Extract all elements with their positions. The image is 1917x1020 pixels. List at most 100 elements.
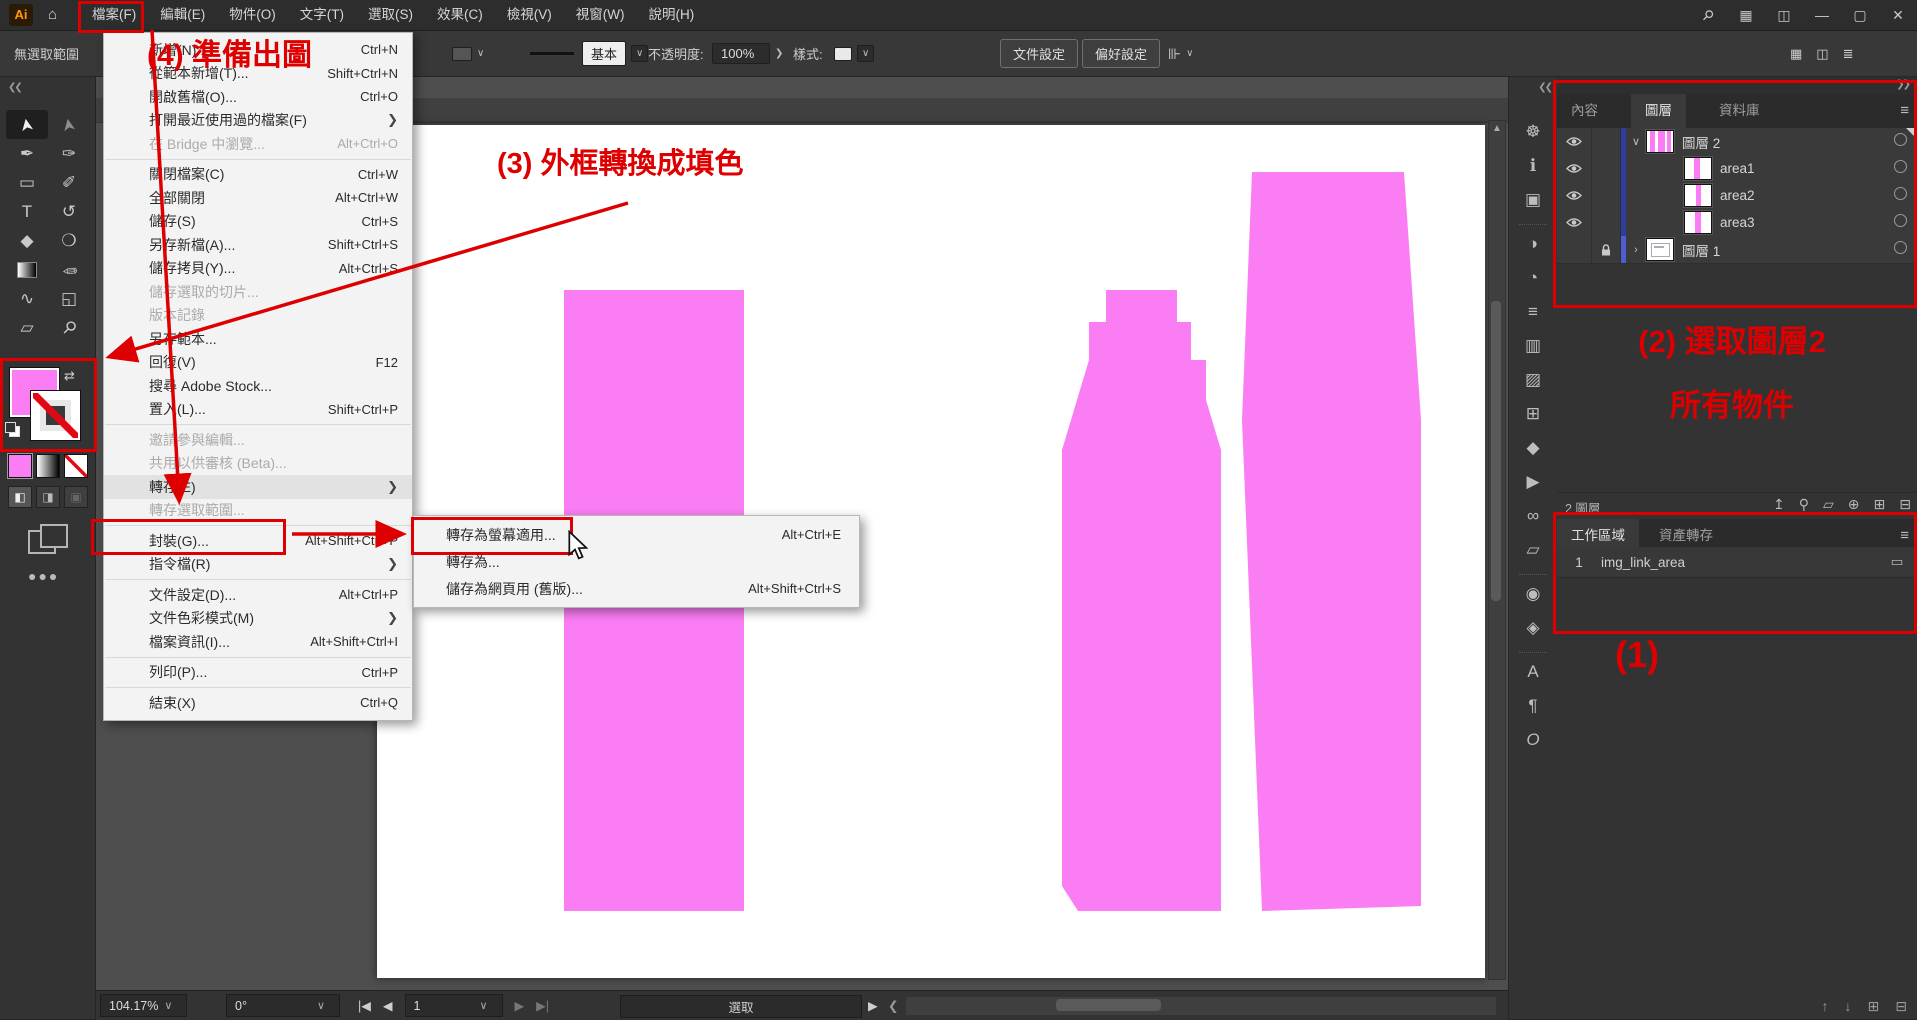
artboard-row-name[interactable]: img_link_area xyxy=(1601,555,1877,570)
maximize-button[interactable]: ▢ xyxy=(1849,7,1871,24)
stroke-icon[interactable]: ≡ xyxy=(1509,302,1557,322)
new-artboard-icon[interactable]: ⊞ xyxy=(1868,998,1880,1015)
export-submenu-item[interactable]: 儲存為網頁用 (舊版)...Alt+Shift+Ctrl+S xyxy=(414,575,859,602)
layer-row[interactable]: area2 xyxy=(1557,182,1917,210)
target-circle-icon[interactable] xyxy=(1883,160,1917,178)
symbols-icon[interactable]: ◆ xyxy=(1509,438,1557,458)
chevron-down-icon[interactable]: ∨ xyxy=(317,999,325,1012)
width-tool[interactable]: ∿ xyxy=(6,284,48,313)
chevron-down-icon[interactable]: ∨ xyxy=(479,999,487,1012)
menubar-item[interactable]: 檢視(V) xyxy=(495,0,564,30)
lock-icon[interactable] xyxy=(1592,182,1621,209)
lock-icon[interactable] xyxy=(1592,155,1621,182)
visibility-eye-icon[interactable] xyxy=(1557,236,1592,263)
file-menu-item[interactable]: 封裝(G)...Alt+Shift+Ctrl+P xyxy=(104,529,412,553)
delete-layer-icon[interactable]: ⊟ xyxy=(1899,496,1911,513)
file-menu-item[interactable]: 另存新檔(A)...Shift+Ctrl+S xyxy=(104,233,412,257)
opacity-input[interactable]: 100% xyxy=(712,43,770,64)
collapse-toolbar-icon[interactable]: ❮❮ xyxy=(8,82,21,93)
layer-row[interactable]: area3 xyxy=(1557,209,1917,237)
edit-toolbar-icon[interactable]: ●●● xyxy=(28,568,59,584)
color-mode-swatch[interactable] xyxy=(8,454,32,478)
file-menu-item[interactable]: 從範本新增(T)...Shift+Ctrl+N xyxy=(104,62,412,86)
transparency-icon[interactable]: ▨ xyxy=(1509,370,1557,390)
panel-menu-icon[interactable]: ≡ xyxy=(1900,527,1909,544)
shape-builder-tool[interactable]: ◱ xyxy=(48,284,90,313)
artboard-number-dropdown[interactable]: 1 ∨ xyxy=(405,994,503,1017)
eraser-tool[interactable]: ◆ xyxy=(6,226,48,255)
app-logo[interactable]: Ai xyxy=(9,4,33,26)
expand-icon[interactable]: › xyxy=(1626,244,1646,256)
status-play-icon[interactable]: ▶ xyxy=(868,991,878,1020)
arrange-windows-icon[interactable]: ◫ xyxy=(1773,7,1795,24)
move-up-icon[interactable]: ↑ xyxy=(1822,998,1829,1015)
character-icon[interactable]: A xyxy=(1509,662,1557,682)
draw-behind-button[interactable]: ◨ xyxy=(36,486,60,508)
menubar-item[interactable]: 選取(S) xyxy=(356,0,425,30)
collapse-dock-icon[interactable]: ❯❯ xyxy=(1896,79,1909,90)
delete-artboard-icon[interactable]: ⊟ xyxy=(1895,998,1907,1015)
expand-panels-icon[interactable]: ❮❮ xyxy=(1538,82,1551,93)
file-menu-item[interactable]: 全部關閉Alt+Ctrl+W xyxy=(104,186,412,210)
color-guide-icon[interactable]: ◔ xyxy=(1509,268,1557,288)
file-menu-item[interactable]: 結束(X)Ctrl+Q xyxy=(104,691,412,715)
layer-thumbnail[interactable] xyxy=(1684,157,1712,180)
swap-fill-stroke-icon[interactable]: ⇄ xyxy=(64,368,75,384)
search-icon[interactable]: ⚲ xyxy=(1694,1,1722,29)
tab-layers[interactable]: 圖層 xyxy=(1631,94,1686,128)
menubar-item[interactable]: 效果(C) xyxy=(425,0,495,30)
artboards-icon[interactable]: ▱ xyxy=(1509,540,1557,560)
eyedropper-tool[interactable]: ✎ xyxy=(48,255,90,284)
last-artboard-icon[interactable]: ▶| xyxy=(536,998,549,1013)
first-artboard-icon[interactable]: |◀ xyxy=(358,998,371,1013)
collect-for-export-icon[interactable]: ↥ xyxy=(1773,496,1785,513)
visibility-eye-icon[interactable] xyxy=(1557,209,1592,236)
layer-name[interactable]: area2 xyxy=(1720,188,1883,203)
info-icon[interactable]: ℹ xyxy=(1509,156,1557,176)
style-swatch[interactable] xyxy=(834,47,852,61)
vertical-scrollbar[interactable]: ▲ xyxy=(1488,120,1506,980)
panel-toggle-icon[interactable]: ◫ xyxy=(1816,46,1828,62)
appearance-icon[interactable]: ◉ xyxy=(1509,584,1557,604)
visibility-eye-icon[interactable] xyxy=(1557,128,1592,155)
rectangle-tool[interactable]: ▭ xyxy=(6,168,48,197)
scroll-up-icon[interactable]: ▲ xyxy=(1489,123,1505,134)
fill-color-dropdown[interactable] xyxy=(452,47,472,61)
visibility-eye-icon[interactable] xyxy=(1557,182,1592,209)
zoom-tool[interactable]: ⚲ xyxy=(48,313,90,342)
properties-icon[interactable]: ☸ xyxy=(1509,122,1557,142)
paragraph-icon[interactable]: ¶ xyxy=(1509,696,1557,716)
target-circle-icon[interactable] xyxy=(1883,241,1917,259)
align-icon[interactable]: ⊪ xyxy=(1168,45,1181,63)
layer-row[interactable]: ›圖層 1 xyxy=(1557,236,1917,264)
horizontal-scroll-thumb[interactable] xyxy=(1056,999,1161,1011)
lock-icon[interactable] xyxy=(1592,209,1621,236)
expand-icon[interactable]: ∨ xyxy=(1626,135,1646,148)
pen-tool[interactable]: ✒ xyxy=(6,139,48,168)
graphic-styles-icon[interactable]: ◈ xyxy=(1509,618,1557,638)
menubar-item[interactable]: 視窗(W) xyxy=(564,0,637,30)
swatches-icon[interactable]: ⊞ xyxy=(1509,404,1557,424)
locate-object-icon[interactable]: ⚲ xyxy=(1799,496,1809,513)
selection-tool[interactable]: ➤ xyxy=(6,110,48,139)
file-menu-item[interactable]: 轉存(E)❯ xyxy=(104,475,412,499)
status-collapse-icon[interactable]: ❮ xyxy=(888,991,898,1020)
layer-row[interactable]: area1 xyxy=(1557,155,1917,183)
chevron-right-icon[interactable]: ❯ xyxy=(775,48,783,59)
gradient-tool[interactable] xyxy=(6,255,48,284)
preferences-button[interactable]: 偏好設定 xyxy=(1082,39,1160,68)
close-button[interactable]: ✕ xyxy=(1887,7,1909,24)
menubar-item[interactable]: 文字(T) xyxy=(288,0,356,30)
file-menu-item[interactable]: 回復(V)F12 xyxy=(104,351,412,375)
gradient-icon[interactable]: ▥ xyxy=(1509,336,1557,356)
new-layer-icon[interactable]: ⊞ xyxy=(1874,496,1886,513)
lock-icon[interactable] xyxy=(1592,236,1621,263)
draw-normal-button[interactable]: ◧ xyxy=(8,486,32,508)
layer-name[interactable]: area1 xyxy=(1720,161,1883,176)
opentype-icon[interactable]: O xyxy=(1509,730,1557,750)
gradient-mode-swatch[interactable] xyxy=(36,454,60,478)
make-clip-mask-icon[interactable]: ▱ xyxy=(1823,496,1834,513)
artboard-row[interactable]: 1 img_link_area ▭ xyxy=(1557,547,1917,578)
file-menu-item[interactable]: 關閉檔案(C)Ctrl+W xyxy=(104,163,412,187)
arrange-icon[interactable]: ▦ xyxy=(1790,46,1802,62)
